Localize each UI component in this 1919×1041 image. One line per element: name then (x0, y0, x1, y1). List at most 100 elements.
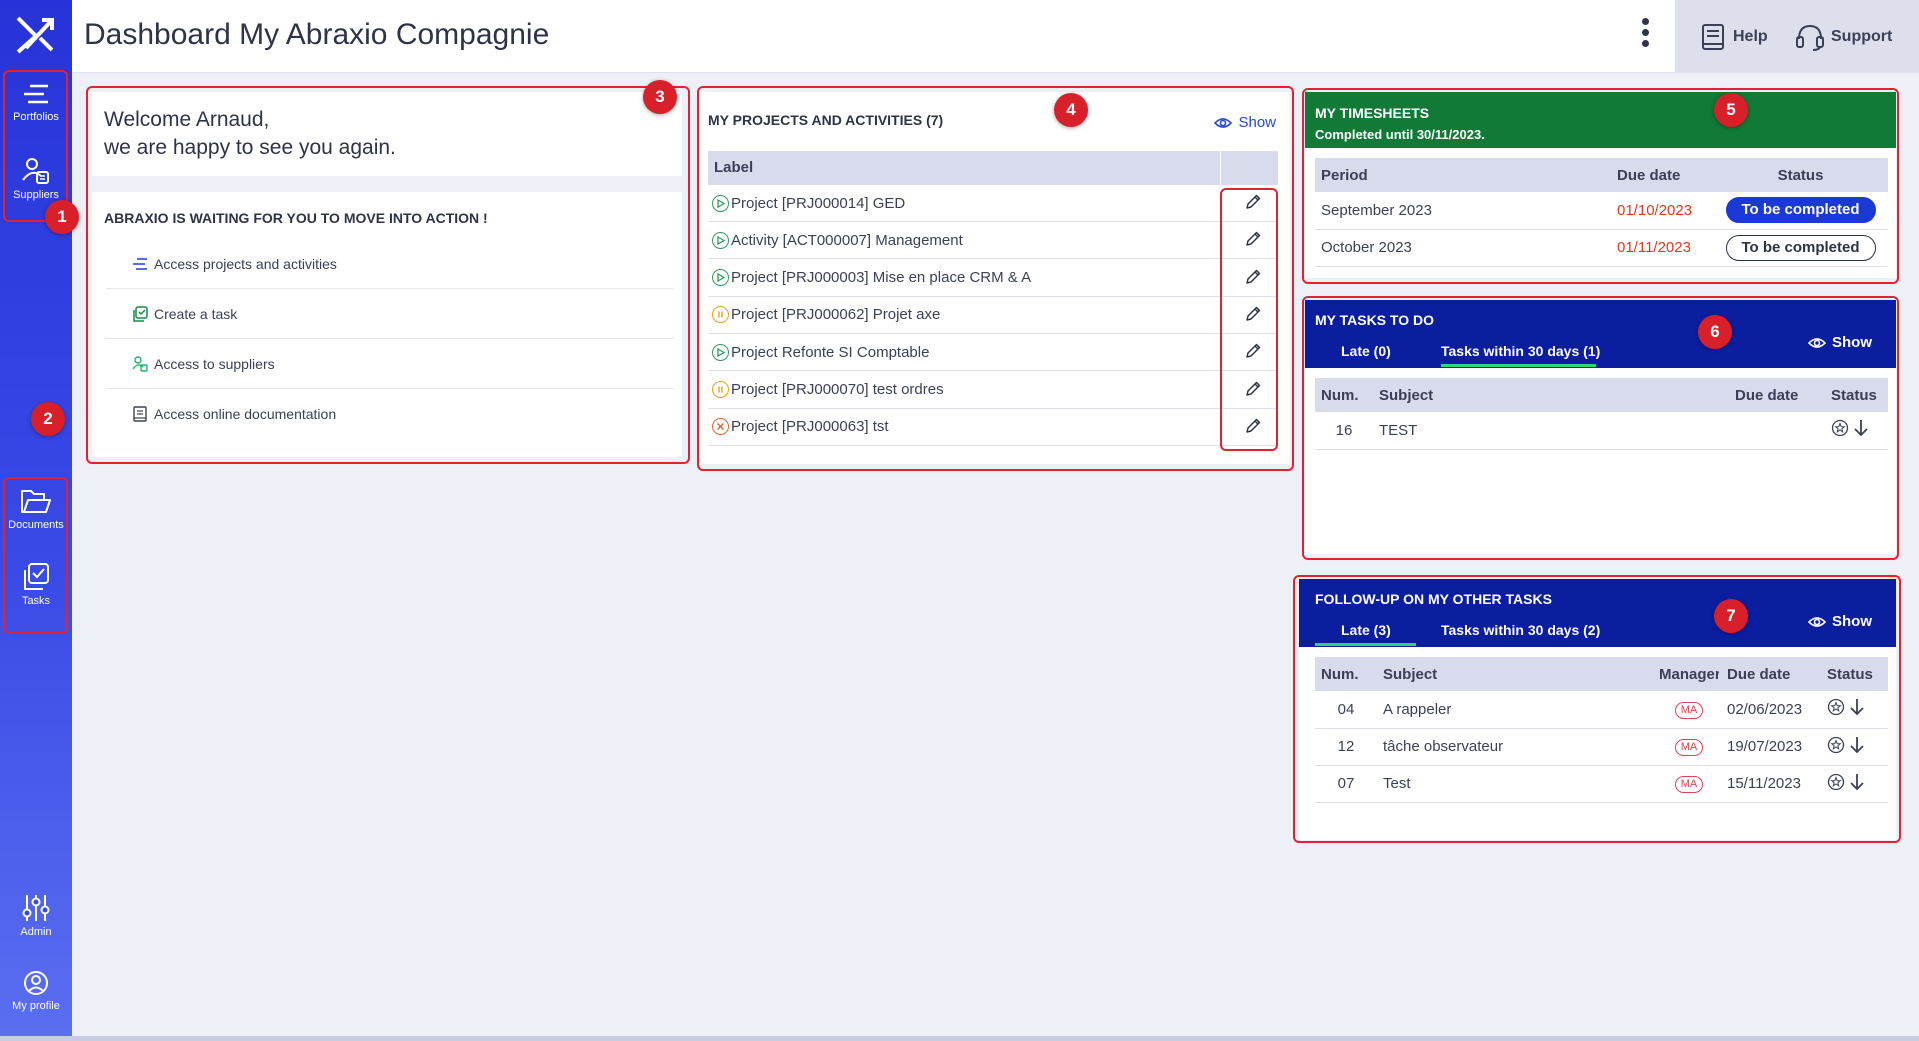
action-access-projects[interactable]: Access projects and activities (106, 239, 674, 289)
welcome-message: we are happy to see you again. (104, 136, 396, 159)
project-label: Project [PRJ000062] Projet axe (731, 306, 941, 324)
manager-avatar[interactable]: MA (1674, 776, 1704, 793)
sidebar-item-documents[interactable]: Documents (0, 488, 72, 531)
tasks-todo-header: MY TASKS TO DO Show Late (0) Tasks withi… (1305, 300, 1896, 368)
tab-within-30-days[interactable]: Tasks within 30 days (1) (1441, 343, 1600, 359)
sidebar-item-my-profile[interactable]: My profile (0, 969, 72, 1012)
book-icon (133, 406, 147, 422)
action-label: Create a task (154, 305, 238, 322)
column-subject: Subject (1377, 657, 1657, 691)
to-be-completed-button[interactable]: To be completed (1725, 234, 1876, 261)
task-manager-cell: MA (1657, 691, 1721, 729)
project-row[interactable]: Project [PRJ000014] GED (708, 185, 1278, 222)
followup-row[interactable]: 04 A rappeler MA 02/06/2023 (1315, 691, 1888, 729)
timesheet-row[interactable]: October 2023 01/11/2023 To be completed (1315, 229, 1888, 267)
column-status: Status (1713, 158, 1888, 192)
arrow-down-icon[interactable] (1849, 736, 1865, 758)
project-row[interactable]: Project [PRJ000070] test ordres (708, 372, 1278, 409)
suppliers-icon (132, 355, 148, 372)
task-due-date: 02/06/2023 (1721, 691, 1821, 729)
star-status-icon[interactable] (1827, 736, 1845, 758)
task-row[interactable]: 16 TEST (1315, 412, 1888, 450)
followup-show-link[interactable]: Show (1808, 613, 1872, 630)
project-label: Project [PRJ000014] GED (731, 194, 906, 212)
star-status-icon[interactable] (1827, 698, 1845, 720)
task-manager-cell: MA (1657, 728, 1721, 766)
star-status-icon[interactable] (1831, 419, 1849, 441)
timesheets-card: MY TIMESHEETS Completed until 30/11/2023… (1305, 92, 1896, 278)
annotation-badge-2: 2 (31, 402, 65, 436)
followup-row[interactable]: 12 tâche observateur MA 19/07/2023 (1315, 728, 1888, 766)
sidebar-item-label: Documents (8, 519, 64, 531)
column-due-date: Due date (1611, 158, 1713, 192)
projects-table-header: Label (708, 151, 1278, 185)
welcome-card: Welcome Arnaud, we are happy to see you … (92, 92, 682, 176)
arrow-down-icon[interactable] (1849, 773, 1865, 795)
tab-within-30-days[interactable]: Tasks within 30 days (2) (1441, 622, 1600, 638)
active-tab-indicator (1441, 364, 1596, 367)
action-create-task[interactable]: Create a task (106, 289, 674, 339)
manager-avatar[interactable]: MA (1674, 739, 1704, 756)
column-due-date: Due date (1729, 378, 1825, 412)
action-online-docs[interactable]: Access online documentation (106, 389, 674, 439)
project-row[interactable]: Project [PRJ000003] Mise en place CRM & … (708, 260, 1278, 297)
tasks-todo-table: Num. Subject Due date Status 16 TEST (1315, 378, 1888, 450)
timesheet-status-cell: To be completed (1713, 192, 1888, 230)
project-row[interactable]: Activity [ACT000007] Management (708, 222, 1278, 260)
sliders-icon (22, 895, 50, 921)
quick-actions-card: ABRAXIO IS WAITING FOR YOU TO MOVE INTO … (92, 192, 682, 457)
eye-icon (1214, 117, 1233, 128)
portfolios-icon (133, 257, 147, 270)
support-button[interactable]: Support (1795, 22, 1892, 52)
edit-pencil-icon[interactable] (1244, 380, 1264, 400)
projects-show-link[interactable]: Show (1214, 114, 1276, 131)
project-row[interactable]: Project Refonte SI Comptable (708, 334, 1278, 372)
edit-pencil-icon[interactable] (1244, 305, 1264, 325)
project-row[interactable]: Project [PRJ000063] tst (708, 409, 1278, 446)
tab-late[interactable]: Late (3) (1341, 622, 1391, 638)
task-num: 12 (1315, 728, 1377, 766)
show-label: Show (1832, 334, 1872, 351)
timesheets-table: Period Due date Status September 2023 01/… (1315, 158, 1888, 267)
project-label: Activity [ACT000007] Management (731, 231, 963, 249)
timesheet-due-date: 01/10/2023 (1611, 192, 1713, 230)
tasks-todo-show-link[interactable]: Show (1808, 334, 1872, 351)
sidebar-item-admin[interactable]: Admin (0, 893, 72, 938)
followup-header: FOLLOW-UP ON MY OTHER TASKS Show Late (3… (1299, 579, 1896, 647)
manager-avatar[interactable]: MA (1674, 701, 1704, 719)
timesheets-title: MY TIMESHEETS (1315, 105, 1430, 121)
more-menu-icon[interactable] (1638, 18, 1652, 54)
arrow-down-icon[interactable] (1853, 419, 1869, 441)
edit-pencil-icon[interactable] (1244, 193, 1264, 213)
sidebar-item-portfolios[interactable]: Portfolios (0, 82, 72, 123)
help-button[interactable]: Help (1699, 22, 1768, 52)
action-access-suppliers[interactable]: Access to suppliers (106, 339, 674, 389)
arrow-down-icon[interactable] (1849, 698, 1865, 720)
edit-pencil-icon[interactable] (1244, 417, 1264, 437)
sidebar-item-tasks[interactable]: Tasks (0, 562, 72, 607)
column-period: Period (1315, 158, 1611, 192)
timesheet-period: October 2023 (1315, 229, 1611, 267)
timesheet-row[interactable]: September 2023 01/10/2023 To be completed (1315, 192, 1888, 230)
sidebar-item-label: Admin (20, 926, 52, 938)
project-row[interactable]: Project [PRJ000062] Projet axe (708, 297, 1278, 334)
to-be-completed-button[interactable]: To be completed (1725, 197, 1876, 224)
sidebar-item-suppliers[interactable]: Suppliers (0, 156, 72, 201)
status-play-icon (712, 343, 729, 361)
annotation-badge-3: 3 (643, 80, 677, 114)
headset-icon (1796, 24, 1824, 51)
timesheets-subtitle: Completed until 30/11/2023. (1315, 127, 1485, 142)
project-label: Project [PRJ000070] test ordres (731, 381, 944, 398)
book-icon (1702, 24, 1724, 50)
tab-late[interactable]: Late (0) (1341, 343, 1391, 359)
action-label: Access to suppliers (154, 355, 275, 372)
profile-icon (24, 971, 48, 995)
project-label: Project [PRJ000063] tst (731, 418, 889, 436)
edit-pencil-icon[interactable] (1244, 342, 1264, 362)
status-cancelled-icon (712, 418, 729, 436)
followup-row[interactable]: 07 Test MA 15/11/2023 (1315, 765, 1888, 803)
edit-pencil-icon[interactable] (1244, 268, 1264, 288)
star-status-icon[interactable] (1827, 773, 1845, 795)
abraxio-logo[interactable] (12, 14, 58, 54)
edit-pencil-icon[interactable] (1244, 230, 1264, 250)
